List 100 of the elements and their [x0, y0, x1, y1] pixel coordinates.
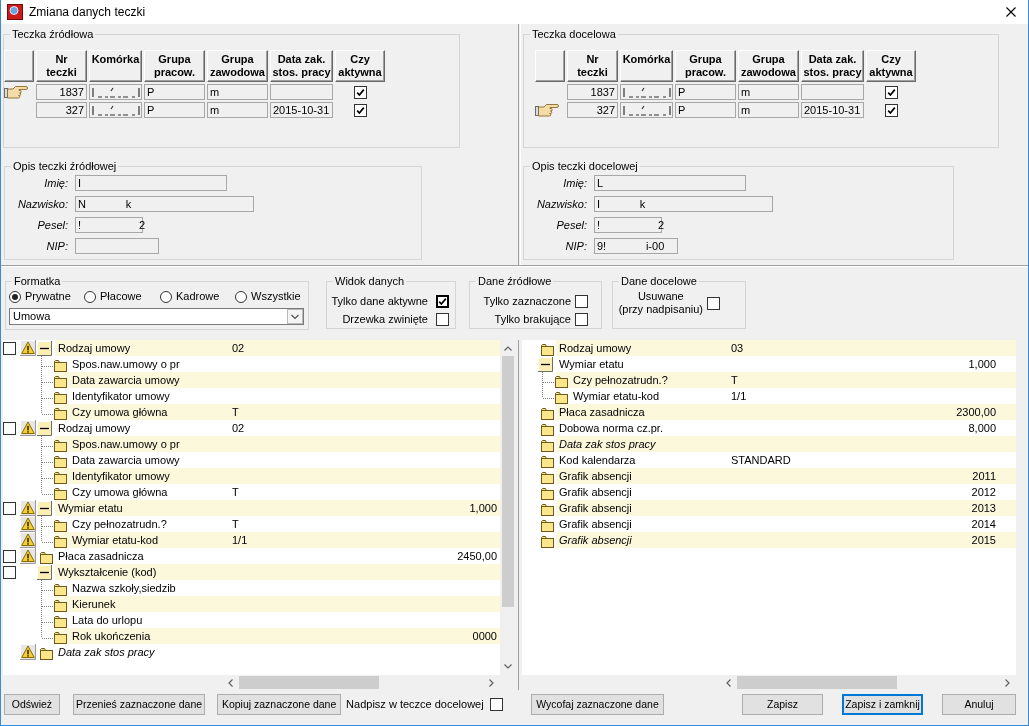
- tree-item[interactable]: Czy pełnozatrudn.?: [573, 372, 668, 388]
- checkbox[interactable]: [3, 421, 16, 435]
- checkbox[interactable]: [575, 295, 588, 308]
- tree-item[interactable]: Grafik absencji: [559, 468, 632, 484]
- checkbox-label[interactable]: Tylko dane aktywne: [331, 295, 428, 308]
- tree-item[interactable]: Rodzaj umowy: [559, 340, 632, 356]
- tree-item[interactable]: Rok ukończenia: [72, 628, 151, 644]
- checkbox[interactable]: [3, 549, 16, 563]
- checkbox-label[interactable]: Tylko brakujące: [494, 313, 571, 326]
- tree-item[interactable]: Kod kalendarza: [559, 452, 636, 468]
- tree-item[interactable]: Płaca zasadnicza: [58, 548, 144, 564]
- tree-item[interactable]: Data zak stos pracy: [559, 436, 656, 452]
- tree-item[interactable]: Identyfikator umowy: [72, 468, 170, 484]
- radio-button[interactable]: [9, 291, 21, 303]
- column-header[interactable]: Nr teczki: [36, 50, 87, 82]
- scroll-down-icon[interactable]: [504, 664, 512, 669]
- radio-button[interactable]: [235, 291, 247, 303]
- action-button[interactable]: Kopiuj zaznaczone dane: [217, 694, 342, 715]
- tree-item[interactable]: Grafik absencji: [559, 500, 632, 516]
- tree-item[interactable]: Czy umowa główna: [72, 404, 168, 420]
- tree-item[interactable]: Czy pełnozatrudn.?: [72, 516, 167, 532]
- tree-item[interactable]: Wymiar etatu: [58, 500, 123, 516]
- tree-item[interactable]: Grafik absencji: [559, 484, 632, 500]
- tree-item[interactable]: Wymiar etatu-kod: [573, 388, 660, 404]
- checkbox[interactable]: [489, 698, 503, 711]
- collapse-icon[interactable]: [37, 340, 52, 356]
- tree-item[interactable]: Data zawarcia umowy: [72, 452, 180, 468]
- scrollbar-thumb[interactable]: [239, 676, 379, 689]
- dialog-button[interactable]: Zapisz: [742, 694, 823, 715]
- column-header[interactable]: Czy aktywna: [866, 50, 916, 82]
- tree-item[interactable]: Data zak stos pracy: [58, 644, 155, 660]
- tree-item[interactable]: Płaca zasadnicza: [559, 404, 645, 420]
- radio-label[interactable]: Płacowe: [100, 290, 142, 304]
- radio-label[interactable]: Kadrowe: [176, 290, 220, 304]
- scrollbar-thumb[interactable]: [502, 356, 514, 607]
- checkbox-label[interactable]: Tylko zaznaczone: [483, 295, 571, 308]
- checkbox-label[interactable]: Drzewka zwinięte: [342, 313, 428, 326]
- checkbox[interactable]: [884, 103, 898, 117]
- collapse-icon[interactable]: [538, 356, 553, 372]
- checkbox[interactable]: [707, 296, 720, 310]
- dialog-button[interactable]: Anuluj: [942, 694, 1016, 715]
- collapse-icon[interactable]: [37, 420, 52, 436]
- radio-label[interactable]: Prywatne: [25, 290, 71, 304]
- tree-item[interactable]: Dobowa norma cz.pr.: [559, 420, 663, 436]
- tree-item[interactable]: Grafik absencji: [559, 516, 632, 532]
- scroll-right-icon[interactable]: [489, 678, 494, 687]
- tree-item[interactable]: Wymiar etatu: [559, 356, 624, 372]
- column-header[interactable]: Komórka: [89, 50, 142, 82]
- tree-item[interactable]: Wymiar etatu-kod: [72, 532, 159, 548]
- radio-button[interactable]: [84, 291, 96, 303]
- text-field[interactable]: L: [594, 175, 746, 191]
- column-header[interactable]: Data zak. stos. pracy: [801, 50, 864, 82]
- tree-item[interactable]: Identyfikator umowy: [72, 388, 170, 404]
- text-field[interactable]: I k: [594, 196, 773, 212]
- tree-item[interactable]: Czy umowa główna: [72, 484, 168, 500]
- text-field[interactable]: 9! i-00: [594, 238, 678, 254]
- tree-item[interactable]: Grafik absencji: [559, 532, 632, 548]
- collapse-icon[interactable]: [37, 564, 52, 580]
- checkbox-label[interactable]: Usuwane (przy nadpisaniu): [618, 290, 703, 316]
- tree-item[interactable]: Rodzaj umowy: [58, 420, 131, 436]
- tree-item[interactable]: Wykształcenie (kod): [58, 564, 157, 580]
- tree-item[interactable]: Lata do urlopu: [72, 612, 143, 628]
- column-header[interactable]: Grupa pracow.: [144, 50, 205, 82]
- text-field[interactable]: ! 2: [594, 217, 662, 233]
- checkbox[interactable]: [884, 85, 898, 99]
- dialog-button[interactable]: Zapisz i zamknij: [842, 694, 923, 715]
- tree-item[interactable]: Rodzaj umowy: [58, 340, 131, 356]
- column-header[interactable]: Komórka: [620, 50, 673, 82]
- dropdown[interactable]: Umowa: [9, 308, 304, 325]
- column-header[interactable]: Nr teczki: [567, 50, 618, 82]
- checkbox[interactable]: [3, 565, 16, 579]
- scroll-left-icon[interactable]: [726, 678, 731, 687]
- column-header[interactable]: Grupa pracow.: [675, 50, 736, 82]
- tree-item[interactable]: Spos.naw.umowy o pr: [72, 356, 180, 372]
- checkbox[interactable]: [3, 501, 16, 515]
- checkbox[interactable]: [436, 295, 449, 308]
- chevron-down-icon[interactable]: [287, 309, 303, 324]
- column-header[interactable]: Grupa zawodowa: [738, 50, 799, 82]
- checkbox[interactable]: [436, 313, 449, 326]
- column-header[interactable]: Data zak. stos. pracy: [270, 50, 333, 82]
- scroll-right-icon[interactable]: [1005, 678, 1010, 687]
- radio-button[interactable]: [160, 291, 172, 303]
- checkbox[interactable]: [353, 103, 367, 117]
- checkbox-label[interactable]: Nadpisz w teczce docelowej: [346, 697, 484, 712]
- collapse-icon[interactable]: [37, 500, 52, 516]
- column-header[interactable]: Czy aktywna: [335, 50, 385, 82]
- text-field[interactable]: I: [75, 175, 227, 191]
- scrollbar-thumb[interactable]: [737, 676, 897, 689]
- scroll-up-icon[interactable]: [504, 346, 512, 351]
- checkbox[interactable]: [575, 313, 588, 326]
- checkbox[interactable]: [353, 85, 367, 99]
- text-field[interactable]: ! 2: [75, 217, 143, 233]
- radio-label[interactable]: Wszystkie: [251, 290, 301, 304]
- action-button[interactable]: Wycofaj zaznaczone dane: [531, 694, 664, 715]
- action-button[interactable]: Odśwież: [4, 694, 60, 715]
- tree-item[interactable]: Nazwa szkoły,siedzib: [72, 580, 176, 596]
- column-header[interactable]: Grupa zawodowa: [207, 50, 268, 82]
- scroll-left-icon[interactable]: [228, 678, 233, 687]
- tree-item[interactable]: Kierunek: [72, 596, 116, 612]
- text-field[interactable]: [75, 238, 159, 254]
